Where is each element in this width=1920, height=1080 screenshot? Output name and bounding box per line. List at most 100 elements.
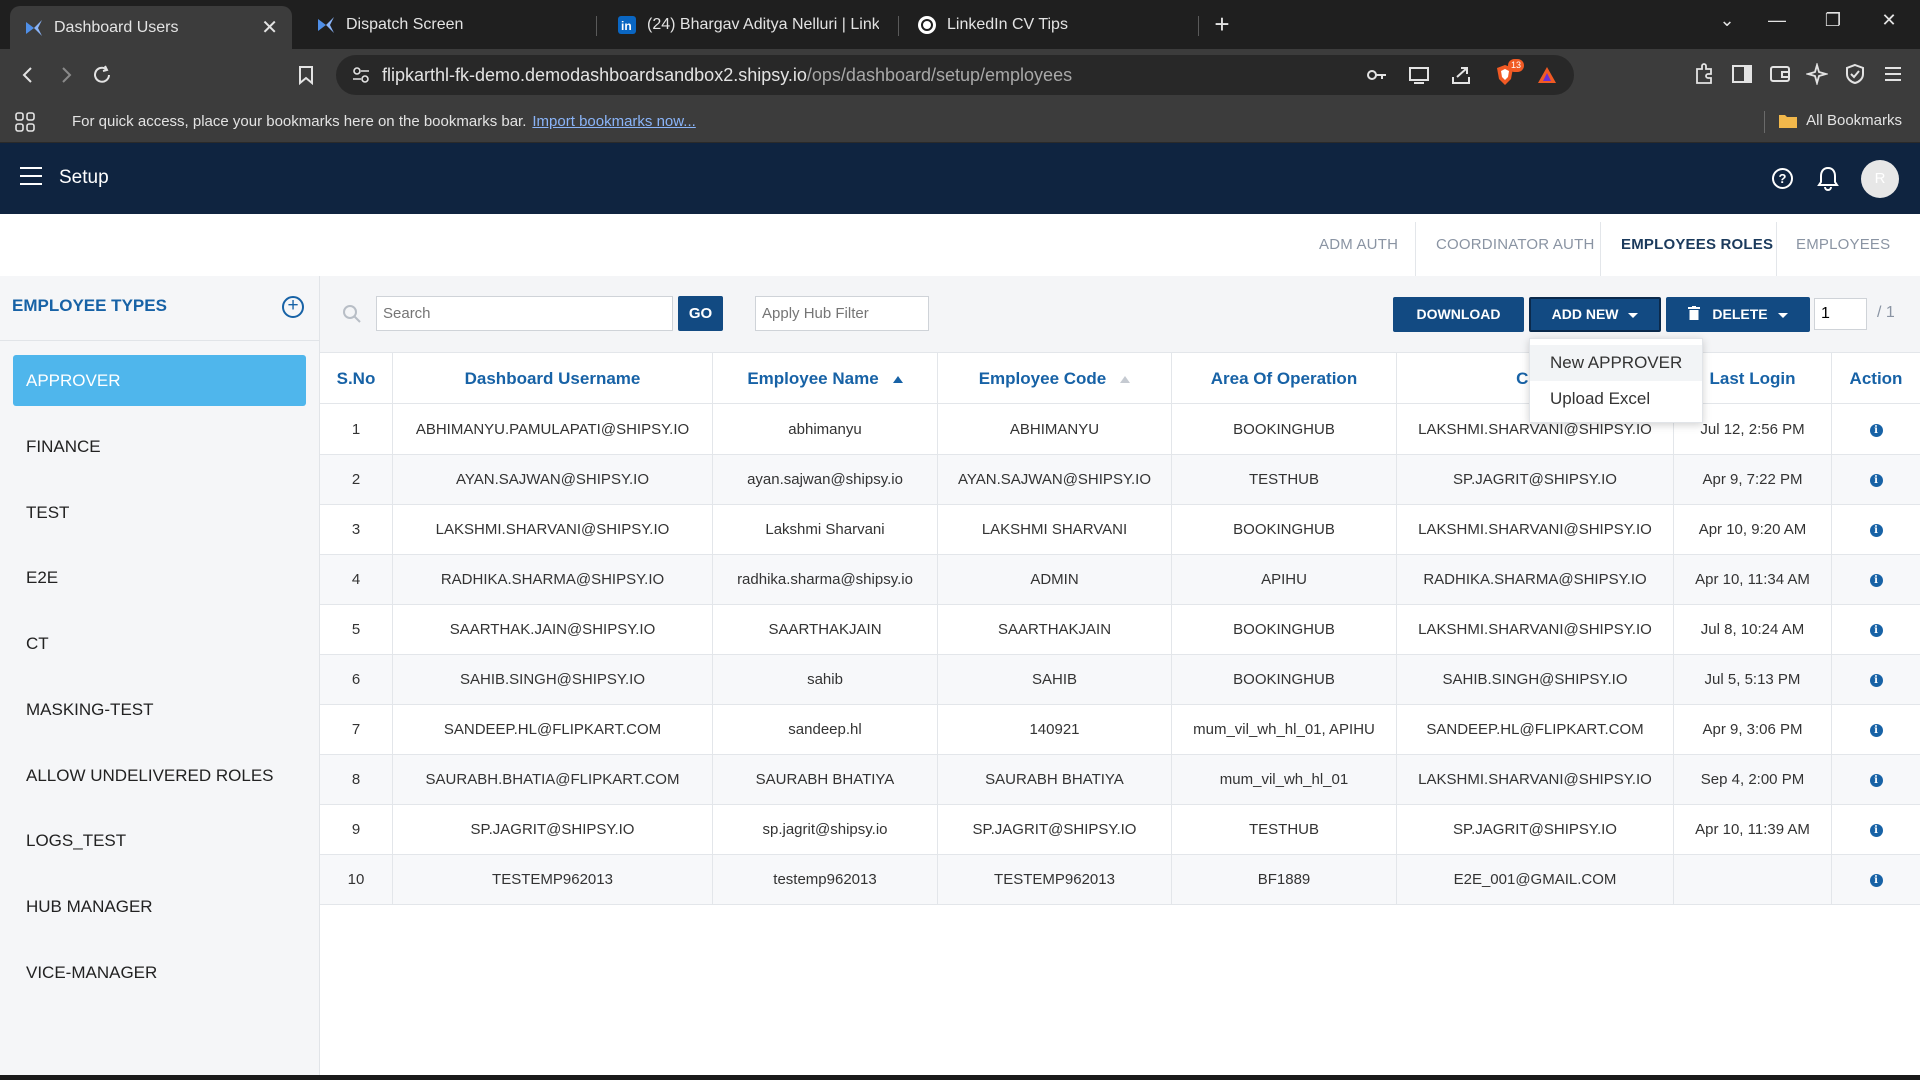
- sidebar-item-e2e[interactable]: E2E: [13, 552, 306, 603]
- notification-bell-icon[interactable]: [1816, 165, 1840, 191]
- sidebar-toggle-icon[interactable]: [1729, 61, 1755, 87]
- page-number-input[interactable]: [1814, 298, 1867, 330]
- sidebar-item-allow-undelivered-roles[interactable]: ALLOW UNDELIVERED ROLES: [13, 750, 306, 801]
- cell-area-of-operation: TESTHUB: [1172, 805, 1397, 855]
- menu-icon[interactable]: [1880, 61, 1906, 87]
- bookmarks-divider: [1764, 111, 1765, 133]
- wallet-icon[interactable]: [1767, 61, 1793, 87]
- tab-employees[interactable]: EMPLOYEES: [1796, 236, 1890, 253]
- tab-dashboard-users[interactable]: Dashboard Users ✕: [10, 6, 292, 49]
- close-window-icon[interactable]: ✕: [1874, 10, 1904, 31]
- tab-title: (24) Bhargav Aditya Nelluri | LinkedI: [647, 15, 879, 33]
- window-bottom-edge: [0, 1075, 1920, 1080]
- leo-ai-icon[interactable]: [1804, 61, 1830, 87]
- reload-icon[interactable]: [88, 61, 116, 89]
- cell-sno: 4: [320, 555, 393, 605]
- cell-action: i: [1832, 505, 1920, 555]
- cell-employee-code: ABHIMANYU: [938, 405, 1172, 455]
- search-input[interactable]: [376, 296, 673, 331]
- cell-area-of-operation: APIHU: [1172, 555, 1397, 605]
- info-icon[interactable]: i: [1869, 823, 1883, 837]
- sidebar-item-logs-test[interactable]: LOGS_TEST: [13, 815, 306, 866]
- cell-last-login: Jul 8, 10:24 AM: [1674, 605, 1832, 655]
- back-icon[interactable]: [14, 61, 42, 89]
- info-icon[interactable]: i: [1869, 573, 1883, 587]
- cell-employee-name: abhimanyu: [713, 405, 938, 455]
- tab-title: Dispatch Screen: [346, 15, 464, 33]
- share-icon[interactable]: [1450, 65, 1472, 90]
- sidebar-item-ct[interactable]: CT: [13, 618, 306, 669]
- cell-employee-name: sandeep.hl: [713, 705, 938, 755]
- dropdown-item-upload-excel[interactable]: Upload Excel: [1530, 381, 1702, 417]
- site-info-icon[interactable]: [352, 66, 370, 89]
- cell-employee-name: testemp962013: [713, 855, 938, 905]
- restore-icon[interactable]: ❐: [1818, 10, 1848, 31]
- cell-created-by: SAHIB.SINGH@SHIPSY.IO: [1397, 655, 1674, 705]
- info-icon[interactable]: i: [1869, 773, 1883, 787]
- add-new-button[interactable]: ADD NEW: [1529, 297, 1661, 332]
- password-key-icon[interactable]: [1366, 65, 1388, 90]
- bookmark-icon[interactable]: [292, 61, 320, 89]
- vpn-shield-icon[interactable]: [1842, 61, 1868, 87]
- hub-filter-input[interactable]: [755, 296, 929, 331]
- bookmarks-message-text: For quick access, place your bookmarks h…: [72, 113, 527, 130]
- sidebar-item-approver[interactable]: APPROVER: [13, 355, 306, 406]
- cell-last-login: Apr 9, 3:06 PM: [1674, 705, 1832, 755]
- sidebar-item-vice-manager[interactable]: VICE-MANAGER: [13, 947, 306, 998]
- cell-employee-code: 140921: [938, 705, 1172, 755]
- info-icon[interactable]: i: [1869, 473, 1883, 487]
- info-icon[interactable]: i: [1869, 873, 1883, 887]
- sort-ascending-icon[interactable]: [1120, 376, 1131, 384]
- info-icon[interactable]: i: [1869, 523, 1883, 537]
- help-icon[interactable]: ?: [1772, 168, 1793, 189]
- tab-linkedin-profile[interactable]: in (24) Bhargav Aditya Nelluri | LinkedI: [603, 6, 893, 43]
- tab-adm-auth[interactable]: ADM AUTH: [1319, 236, 1398, 253]
- download-button[interactable]: DOWNLOAD: [1393, 297, 1524, 332]
- all-bookmarks-button[interactable]: All Bookmarks: [1778, 112, 1902, 129]
- cell-created-by: SP.JAGRIT@SHIPSY.IO: [1397, 805, 1674, 855]
- sort-ascending-icon[interactable]: [892, 376, 903, 384]
- tab-linkedin-cv-tips[interactable]: LinkedIn CV Tips: [903, 6, 1193, 43]
- info-icon[interactable]: i: [1869, 723, 1883, 737]
- tab-search-chevron-icon[interactable]: ⌄: [1712, 10, 1742, 31]
- tab-employees-roles[interactable]: EMPLOYEES ROLES: [1621, 236, 1773, 253]
- minimize-icon[interactable]: —: [1762, 10, 1792, 31]
- info-icon[interactable]: i: [1869, 423, 1883, 437]
- extensions-icon[interactable]: [1691, 61, 1717, 87]
- brave-rewards-icon[interactable]: [1536, 65, 1558, 90]
- address-bar[interactable]: flipkarthl-fk-demo.demodashboardsandbox2…: [336, 55, 1574, 95]
- table-row: 7 SANDEEP.HL@FLIPKART.COM sandeep.hl 140921…: [320, 705, 1920, 755]
- forward-icon[interactable]: [52, 61, 80, 89]
- cell-action: i: [1832, 555, 1920, 605]
- tab-dispatch-screen[interactable]: Dispatch Screen: [302, 6, 592, 43]
- sidebar-item-finance[interactable]: FINANCE: [13, 421, 306, 472]
- close-tab-icon[interactable]: ✕: [261, 15, 278, 40]
- new-tab-button[interactable]: +: [1208, 10, 1236, 38]
- header-employee-code[interactable]: Employee Code: [938, 353, 1172, 405]
- dropdown-item-new-approver[interactable]: New APPROVER: [1530, 345, 1702, 381]
- header-employee-name[interactable]: Employee Name: [713, 353, 938, 405]
- delete-button[interactable]: DELETE: [1666, 297, 1810, 332]
- info-icon[interactable]: i: [1869, 623, 1883, 637]
- cell-employee-code: ADMIN: [938, 555, 1172, 605]
- import-bookmarks-link[interactable]: Import bookmarks now...: [532, 113, 695, 130]
- go-button[interactable]: GO: [678, 296, 723, 331]
- sidebar-item-masking-test[interactable]: MASKING-TEST: [13, 684, 306, 735]
- add-employee-type-icon[interactable]: +: [282, 296, 304, 318]
- sidebar-item-test[interactable]: TEST: [13, 487, 306, 538]
- cell-dashboard-username: SAHIB.SINGH@SHIPSY.IO: [393, 655, 713, 705]
- hamburger-menu-icon[interactable]: [20, 167, 42, 187]
- user-avatar[interactable]: R: [1861, 160, 1899, 198]
- info-icon[interactable]: i: [1869, 673, 1883, 687]
- cell-employee-name: SAURABH BHATIYA: [713, 755, 938, 805]
- cell-area-of-operation: BF1889: [1172, 855, 1397, 905]
- tab-separator: [898, 16, 899, 36]
- apps-grid-icon[interactable]: [14, 111, 36, 138]
- cast-icon[interactable]: [1408, 65, 1430, 90]
- cell-sno: 7: [320, 705, 393, 755]
- cell-last-login: Jul 5, 5:13 PM: [1674, 655, 1832, 705]
- browser-toolbar: flipkarthl-fk-demo.demodashboardsandbox2…: [0, 49, 1920, 101]
- tab-coordinator-auth[interactable]: COORDINATOR AUTH: [1436, 236, 1595, 253]
- sidebar-item-hub-manager[interactable]: HUB MANAGER: [13, 881, 306, 932]
- cell-employee-name: radhika.sharma@shipsy.io: [713, 555, 938, 605]
